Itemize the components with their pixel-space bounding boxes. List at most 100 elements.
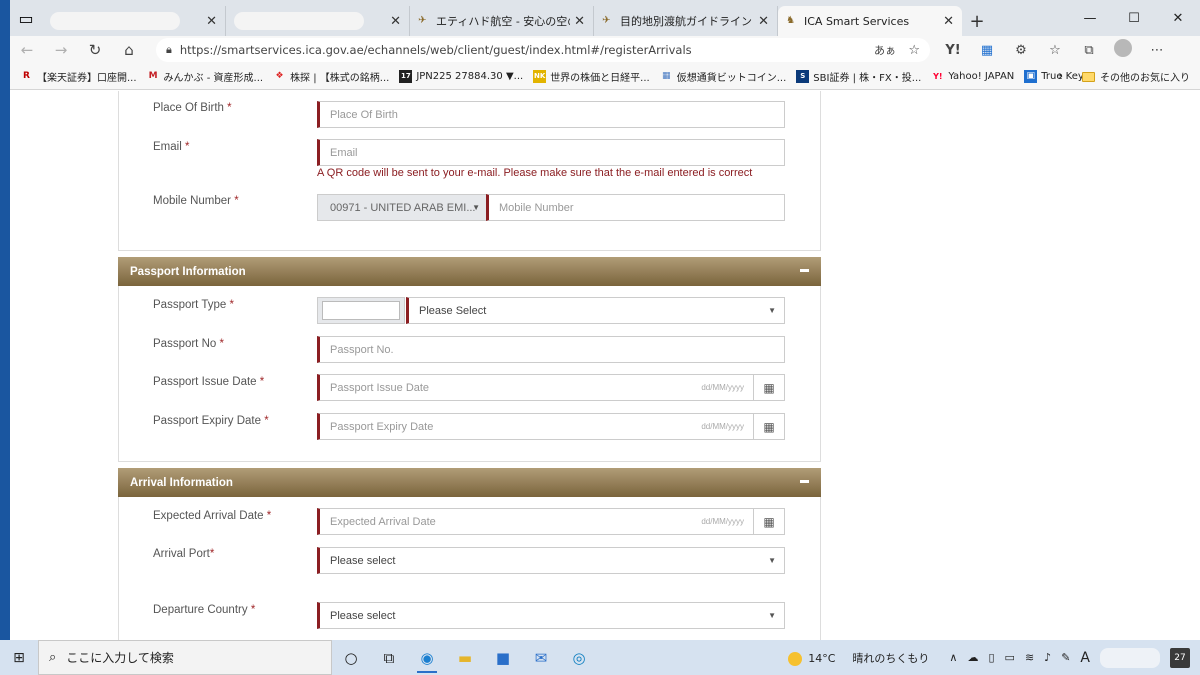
- weather-widget[interactable]: 14°C 晴れのちくもり: [788, 650, 939, 666]
- wifi-icon[interactable]: ≋: [1025, 651, 1034, 664]
- passport-expiry-date-input[interactable]: Passport Expiry Date dd/MM/yyyy ▦: [317, 413, 785, 440]
- window-close-icon[interactable]: ✕: [1156, 0, 1200, 36]
- forward-icon[interactable]: →: [44, 41, 78, 59]
- bookmark-truekey[interactable]: ▣ True Key: [1024, 70, 1084, 83]
- bookmark-rakuten[interactable]: R 【楽天証券】口座開...: [20, 69, 137, 84]
- extension-icon[interactable]: ▦: [970, 43, 1004, 58]
- bookmark-jpn225[interactable]: 17 JPN225 27884.30 ▼...: [399, 70, 523, 83]
- add-favorite-icon[interactable]: ☆: [908, 43, 920, 58]
- other-favorites-label: その他のお気に入り: [1100, 73, 1190, 84]
- bookmark-nikkei[interactable]: NK 世界の株価と日経平...: [533, 69, 650, 84]
- bookmark-label: 【楽天証券】口座開...: [37, 73, 137, 84]
- place-of-birth-input[interactable]: Place Of Birth: [317, 101, 785, 128]
- toolbar: ← → ↻ ⌂ 🔒︎ https://smartservices.ica.gov…: [10, 36, 1200, 64]
- task-view-icon[interactable]: ⧉: [370, 640, 408, 675]
- app-icon[interactable]: ◎: [560, 640, 598, 675]
- calendar-icon[interactable]: ▦: [753, 375, 784, 400]
- battery-icon[interactable]: ▭: [1005, 651, 1015, 664]
- new-tab-button[interactable]: +: [962, 6, 992, 36]
- close-icon[interactable]: ✕: [943, 14, 954, 29]
- bookmark-crypto[interactable]: ▦ 仮想通貨ビットコイン...: [660, 69, 786, 84]
- chevron-up-icon[interactable]: ∧: [949, 651, 957, 664]
- calendar-icon[interactable]: ▦: [753, 509, 784, 534]
- home-icon[interactable]: ⌂: [112, 41, 146, 59]
- ica-favicon-icon: ♞: [786, 15, 795, 26]
- departure-country-select[interactable]: Please select ▼: [317, 602, 785, 629]
- country-code-select[interactable]: 00971 - UNITED ARAB EMI... ▼: [317, 194, 487, 221]
- arrival-port-label: Arrival Port*: [153, 548, 215, 560]
- favorites-bar: R 【楽天証券】口座開... M みんかぶ - 資産形成... ❖ 株探 | 【株式の…: [10, 64, 1200, 90]
- read-aloud-icon[interactable]: あぁ: [874, 42, 896, 58]
- calendar-icon[interactable]: ▦: [753, 414, 784, 439]
- minimize-icon[interactable]: —: [1068, 0, 1112, 36]
- tab-1[interactable]: ✕: [42, 6, 226, 36]
- tab-2[interactable]: ✕: [226, 6, 410, 36]
- bookmark-label: みんかぶ - 資産形成...: [163, 73, 264, 84]
- edge-icon[interactable]: ◉: [408, 640, 446, 675]
- other-favorites[interactable]: その他のお気に入り: [1082, 69, 1190, 84]
- close-icon[interactable]: ✕: [206, 14, 217, 29]
- redacted-tab-title: [234, 12, 364, 30]
- volume-icon[interactable]: ♪: [1044, 651, 1051, 664]
- back-icon[interactable]: ←: [10, 41, 44, 59]
- ime-indicator[interactable]: A: [1080, 650, 1090, 666]
- extensions-puzzle-icon[interactable]: ⚙: [1004, 43, 1038, 58]
- file-explorer-icon[interactable]: ▬: [446, 640, 484, 675]
- cortana-icon[interactable]: ○: [332, 640, 370, 675]
- bookmark-sbi[interactable]: S SBI証券 | 株・FX・投...: [796, 69, 921, 84]
- bookmark-label: 世界の株価と日経平...: [550, 73, 650, 84]
- phone-icon[interactable]: ▯: [988, 651, 994, 664]
- tab-etihad-guidelines[interactable]: ✈ 目的地別渡航ガイドライン - エティハ ✕: [594, 6, 778, 36]
- email-input[interactable]: Email: [317, 139, 785, 166]
- passport-type-select[interactable]: Please Select ▼: [406, 297, 785, 324]
- profile-avatar[interactable]: [1106, 39, 1140, 61]
- bookmark-minkabu[interactable]: M みんかぶ - 資産形成...: [147, 69, 264, 84]
- passport-section-header[interactable]: Passport Information: [118, 257, 821, 286]
- collections-icon[interactable]: ⧉: [1072, 43, 1106, 58]
- passport-issue-date-input[interactable]: Passport Issue Date dd/MM/yyyy ▦: [317, 374, 785, 401]
- tab-title: エティハド航空 - 安心の空の旅: [436, 15, 570, 28]
- tab-title: 目的地別渡航ガイドライン - エティハ: [620, 15, 754, 28]
- tab-etihad[interactable]: ✈ エティハド航空 - 安心の空の旅 ✕: [410, 6, 594, 36]
- passport-no-input[interactable]: Passport No.: [317, 336, 785, 363]
- collapse-icon[interactable]: [800, 480, 809, 483]
- notification-icon[interactable]: 27: [1170, 647, 1190, 668]
- lock-icon[interactable]: 🔒︎: [166, 43, 172, 57]
- refresh-icon[interactable]: ↻: [78, 41, 112, 59]
- more-icon[interactable]: ⋯: [1140, 43, 1174, 58]
- address-bar[interactable]: 🔒︎ https://smartservices.ica.gov.ae/echa…: [156, 38, 930, 62]
- store-icon[interactable]: ■: [484, 640, 522, 675]
- mobile-number-input[interactable]: Mobile Number: [486, 194, 785, 221]
- chevron-right-icon[interactable]: ›: [1058, 69, 1063, 84]
- favorites-icon[interactable]: ☆: [1038, 43, 1072, 58]
- close-icon[interactable]: ✕: [574, 14, 585, 29]
- chevron-down-icon: ▼: [768, 556, 776, 565]
- arrival-section-header[interactable]: Arrival Information: [118, 468, 821, 497]
- collapse-icon[interactable]: [800, 269, 809, 272]
- windows-start-icon[interactable]: ⊞: [0, 650, 38, 666]
- expected-arrival-date-input[interactable]: Expected Arrival Date dd/MM/yyyy ▦: [317, 508, 785, 535]
- maximize-icon[interactable]: ☐: [1112, 0, 1156, 36]
- bookmark-yahoo[interactable]: Y! Yahoo! JAPAN: [931, 70, 1014, 83]
- bookmark-kabutan[interactable]: ❖ 株探 | 【株式の銘柄...: [273, 69, 390, 84]
- arrival-port-select[interactable]: Please select ▼: [317, 547, 785, 574]
- mail-icon[interactable]: ✉: [522, 640, 560, 675]
- close-icon[interactable]: ✕: [758, 14, 769, 29]
- etihad-favicon-icon: ✈: [602, 15, 611, 26]
- desktop-edge: [0, 0, 10, 640]
- tab-actions-icon[interactable]: ▭: [10, 0, 42, 36]
- tab-ica-smart-services[interactable]: ♞ ICA Smart Services ✕: [778, 6, 962, 36]
- passport-type-code[interactable]: [317, 297, 405, 324]
- taskbar-search[interactable]: ⌕ ここに入力して検索: [38, 640, 332, 675]
- close-icon[interactable]: ✕: [390, 14, 401, 29]
- passport-type-label: Passport Type *: [153, 299, 234, 311]
- pen-icon[interactable]: ✎: [1061, 651, 1070, 664]
- passport-issue-date-label: Passport Issue Date *: [153, 376, 265, 388]
- chevron-down-icon: ▼: [768, 611, 776, 620]
- yahoo-extension-icon[interactable]: Y!: [936, 43, 970, 58]
- clock-redacted: [1100, 647, 1160, 668]
- cloud-icon[interactable]: ☁: [967, 651, 978, 664]
- url-text: https://smartservices.ica.gov.ae/echanne…: [179, 43, 692, 57]
- system-tray: 14°C 晴れのちくもり ∧ ☁ ▯ ▭ ≋ ♪ ✎ A 27: [788, 640, 1200, 675]
- tab-title: ICA Smart Services: [804, 14, 910, 28]
